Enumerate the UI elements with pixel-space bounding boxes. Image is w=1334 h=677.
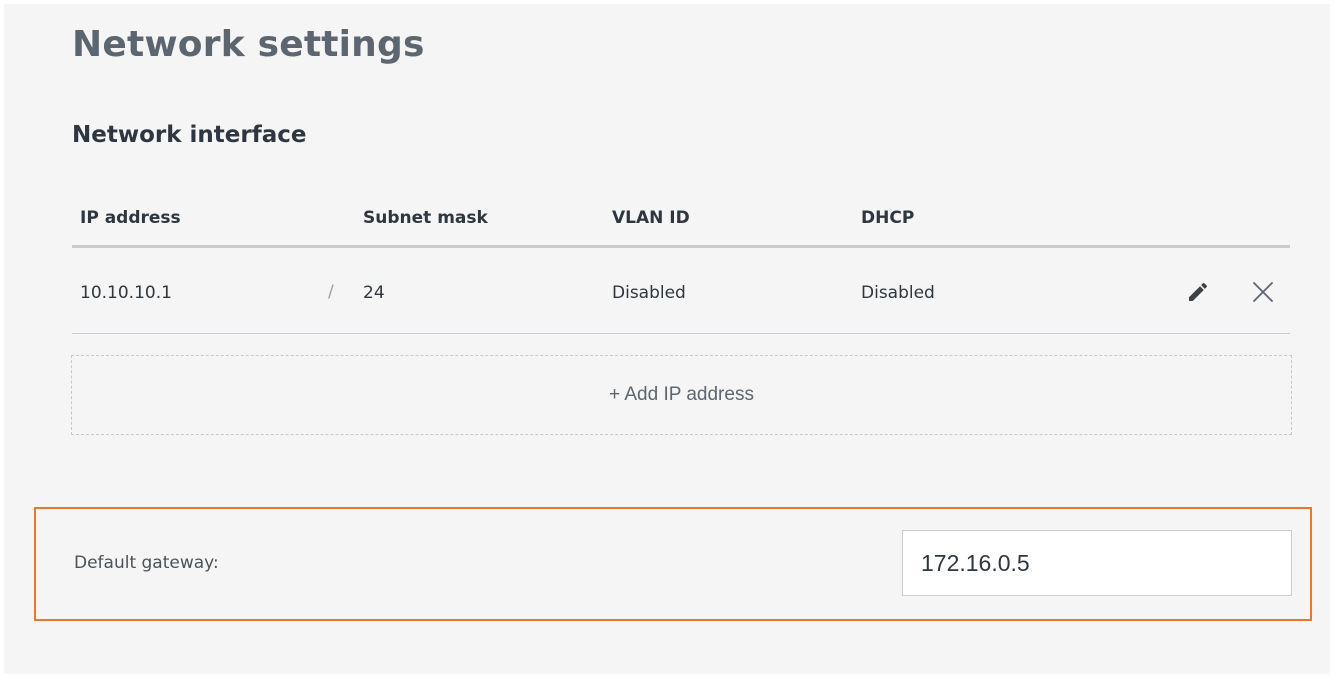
subnet-mask-cell: 24 <box>363 283 385 303</box>
page-title: Network settings <box>72 24 425 65</box>
default-gateway-section: Default gateway: <box>34 507 1312 621</box>
add-ip-address-label: + Add IP address <box>609 384 754 405</box>
column-header-ip-address: IP address <box>80 208 181 228</box>
table-row: 10.10.10.1 / 24 Disabled Disabled <box>72 248 1290 334</box>
edit-row-button[interactable] <box>1184 278 1212 306</box>
pencil-icon <box>1189 282 1207 301</box>
add-ip-address-button[interactable]: + Add IP address <box>71 355 1292 435</box>
ip-subnet-separator: / <box>328 282 334 302</box>
network-interface-table: IP address Subnet mask VLAN ID DHCP 10.1… <box>72 190 1290 334</box>
vlan-id-cell: Disabled <box>612 283 686 303</box>
network-interface-heading: Network interface <box>72 122 307 148</box>
dhcp-cell: Disabled <box>861 283 935 303</box>
close-icon <box>1253 282 1273 302</box>
network-settings-panel: Network settings Network interface IP ad… <box>4 4 1330 674</box>
column-header-vlan-id: VLAN ID <box>612 208 690 228</box>
table-header: IP address Subnet mask VLAN ID DHCP <box>72 190 1290 248</box>
default-gateway-input[interactable] <box>902 530 1292 596</box>
delete-row-button[interactable] <box>1249 278 1277 306</box>
ip-address-cell: 10.10.10.1 <box>80 283 172 303</box>
column-header-dhcp: DHCP <box>861 208 915 228</box>
column-header-subnet-mask: Subnet mask <box>363 208 488 228</box>
default-gateway-label: Default gateway: <box>74 553 219 573</box>
